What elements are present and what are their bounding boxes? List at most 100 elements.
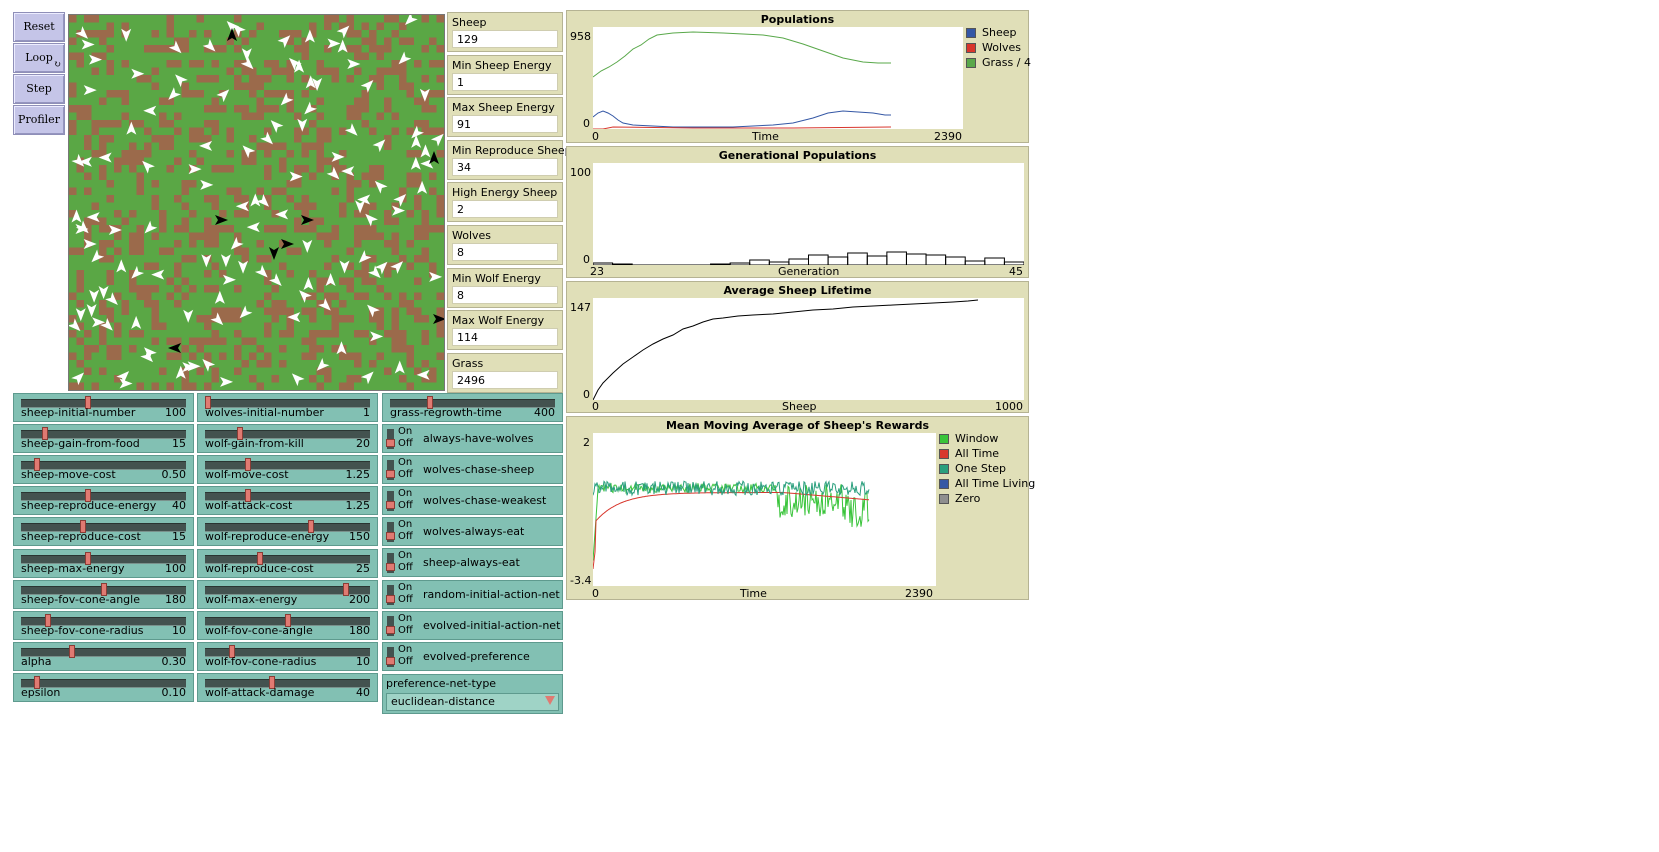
dirt-patch: [369, 225, 377, 233]
wolf-attack-damage-slider[interactable]: wolf-attack-damage 40: [197, 672, 378, 702]
dirt-patch: [69, 105, 77, 113]
switch-lever[interactable]: [386, 656, 395, 665]
dirt-patch: [136, 330, 144, 338]
dirt-patch: [196, 345, 204, 353]
dirt-patch: [369, 232, 377, 240]
wolves-chase-weakest-switch[interactable]: On Off wolves-chase-weakest: [382, 486, 563, 516]
switch-label: evolved-preference: [423, 649, 530, 663]
dirt-patch: [69, 352, 77, 360]
evolved-initial-action-net-switch[interactable]: On Off evolved-initial-action-net: [382, 610, 563, 640]
dirt-patch: [211, 367, 219, 375]
sheep-fov-cone-angle-slider[interactable]: sheep-fov-cone-angle 180: [13, 579, 194, 609]
dirt-patch: [84, 105, 92, 113]
slider-value: 180: [349, 623, 370, 637]
dirt-patch: [399, 67, 407, 75]
dirt-patch: [264, 172, 272, 180]
sheep-max-energy-slider[interactable]: sheep-max-energy 100: [13, 548, 194, 578]
chooser-select[interactable]: euclidean-distance: [386, 693, 559, 711]
slider-value: 400: [534, 406, 555, 419]
dirt-patch: [166, 337, 174, 345]
dirt-patch: [106, 270, 114, 278]
wolf-attack-cost-slider[interactable]: wolf-attack-cost 1.25: [197, 486, 378, 516]
step-button[interactable]: Step: [13, 74, 65, 104]
dropdown-arrow-icon[interactable]: [545, 696, 555, 705]
dirt-patch: [129, 240, 137, 248]
wolf-gain-from-kill-slider[interactable]: wolf-gain-from-kill 20: [197, 424, 378, 454]
preference-net-type-chooser[interactable]: preference-net-type euclidean-distance: [382, 674, 563, 714]
dirt-patch: [271, 187, 279, 195]
dirt-patch: [76, 105, 84, 113]
dirt-patch: [234, 187, 242, 195]
epsilon-slider[interactable]: epsilon 0.10: [13, 672, 194, 702]
histogram-bar: [612, 263, 633, 266]
dirt-patch: [256, 75, 264, 83]
dirt-patch: [256, 187, 264, 195]
dirt-patch: [271, 285, 279, 293]
switch-lever[interactable]: [386, 501, 395, 510]
switch-lever[interactable]: [386, 594, 395, 603]
rewards-legend: Window All Time One Step All Time Living…: [939, 432, 1035, 507]
slider-knob[interactable]: [68, 644, 75, 658]
switch-lever[interactable]: [386, 439, 395, 447]
dirt-patch: [249, 112, 257, 120]
switch-lever[interactable]: [386, 563, 395, 572]
sheep-reproduce-energy-slider[interactable]: sheep-reproduce-energy 40: [13, 486, 194, 516]
wolf-move-cost-slider[interactable]: wolf-move-cost 1.25: [197, 455, 378, 485]
dirt-patch: [316, 157, 324, 165]
dirt-patch: [196, 15, 204, 23]
dirt-patch: [294, 127, 302, 135]
wolves-initial-number-slider[interactable]: wolves-initial-number 1: [197, 393, 378, 422]
loop-button[interactable]: Loop ↻: [13, 43, 65, 73]
sheep-fov-cone-radius-slider[interactable]: sheep-fov-cone-radius 10: [13, 610, 194, 640]
wolves-always-eat-switch[interactable]: On Off wolves-always-eat: [382, 517, 563, 547]
monitor-label: Min Wolf Energy: [452, 271, 541, 285]
wolf-reproduce-energy-slider[interactable]: wolf-reproduce-energy 150: [197, 517, 378, 547]
dirt-patch: [204, 217, 212, 225]
dirt-patch: [181, 82, 189, 90]
dirt-patch: [249, 75, 257, 83]
dirt-patch: [399, 187, 407, 195]
world-view[interactable]: [68, 14, 445, 391]
slider-value: 150: [349, 530, 370, 544]
dirt-patch: [376, 307, 384, 315]
wolf-reproduce-cost-slider[interactable]: wolf-reproduce-cost 25: [197, 548, 378, 578]
dirt-patch: [414, 150, 422, 158]
profiler-button[interactable]: Profiler: [13, 105, 65, 135]
x-min-tick: 0: [592, 587, 599, 600]
grass-regrowth-time-slider[interactable]: grass-regrowth-time 400: [382, 393, 563, 422]
dirt-patch: [241, 255, 249, 263]
dirt-patch: [354, 330, 362, 338]
sheep-initial-number-slider[interactable]: sheep-initial-number 100: [13, 393, 194, 422]
dirt-patch: [421, 210, 429, 218]
dirt-patch: [346, 375, 354, 383]
always-have-wolves-switch[interactable]: On Off always-have-wolves: [382, 424, 563, 453]
reset-button[interactable]: Reset: [13, 12, 65, 42]
wolves-chase-sheep-switch[interactable]: On Off wolves-chase-sheep: [382, 455, 563, 485]
wolf-fov-cone-angle-slider[interactable]: wolf-fov-cone-angle 180: [197, 610, 378, 640]
monitor-min-sheep-energy: Min Sheep Energy 1: [447, 54, 563, 95]
dirt-patch: [316, 382, 324, 390]
dirt-patch: [144, 285, 152, 293]
sheep-move-cost-slider[interactable]: sheep-move-cost 0.50: [13, 455, 194, 485]
dirt-patch: [226, 165, 234, 173]
switch-lever[interactable]: [386, 625, 395, 634]
dirt-patch: [234, 195, 242, 203]
switch-lever[interactable]: [386, 532, 395, 541]
evolved-preference-switch[interactable]: On Off evolved-preference: [382, 641, 563, 671]
dirt-patch: [226, 315, 234, 323]
wolf-fov-cone-radius-slider[interactable]: wolf-fov-cone-radius 10: [197, 641, 378, 671]
x-axis-label: Generation: [778, 265, 840, 278]
dirt-patch: [286, 30, 294, 38]
sheep-reproduce-cost-slider[interactable]: sheep-reproduce-cost 15: [13, 517, 194, 547]
y-max-tick: 2: [583, 436, 590, 449]
switch-lever[interactable]: [386, 470, 395, 479]
monitor-min-reproduce-sheep: Min Reproduce Sheep 34: [447, 139, 572, 180]
sheep-gain-from-food-slider[interactable]: sheep-gain-from-food 15: [13, 424, 194, 454]
dirt-patch: [264, 360, 272, 368]
alpha-slider[interactable]: alpha 0.30: [13, 641, 194, 671]
sheep-always-eat-switch[interactable]: On Off sheep-always-eat: [382, 548, 563, 578]
dirt-patch: [324, 262, 332, 270]
wolf-max-energy-slider[interactable]: wolf-max-energy 200: [197, 579, 378, 609]
dirt-patch: [181, 277, 189, 285]
random-initial-action-net-switch[interactable]: On Off random-initial-action-net: [382, 579, 563, 609]
